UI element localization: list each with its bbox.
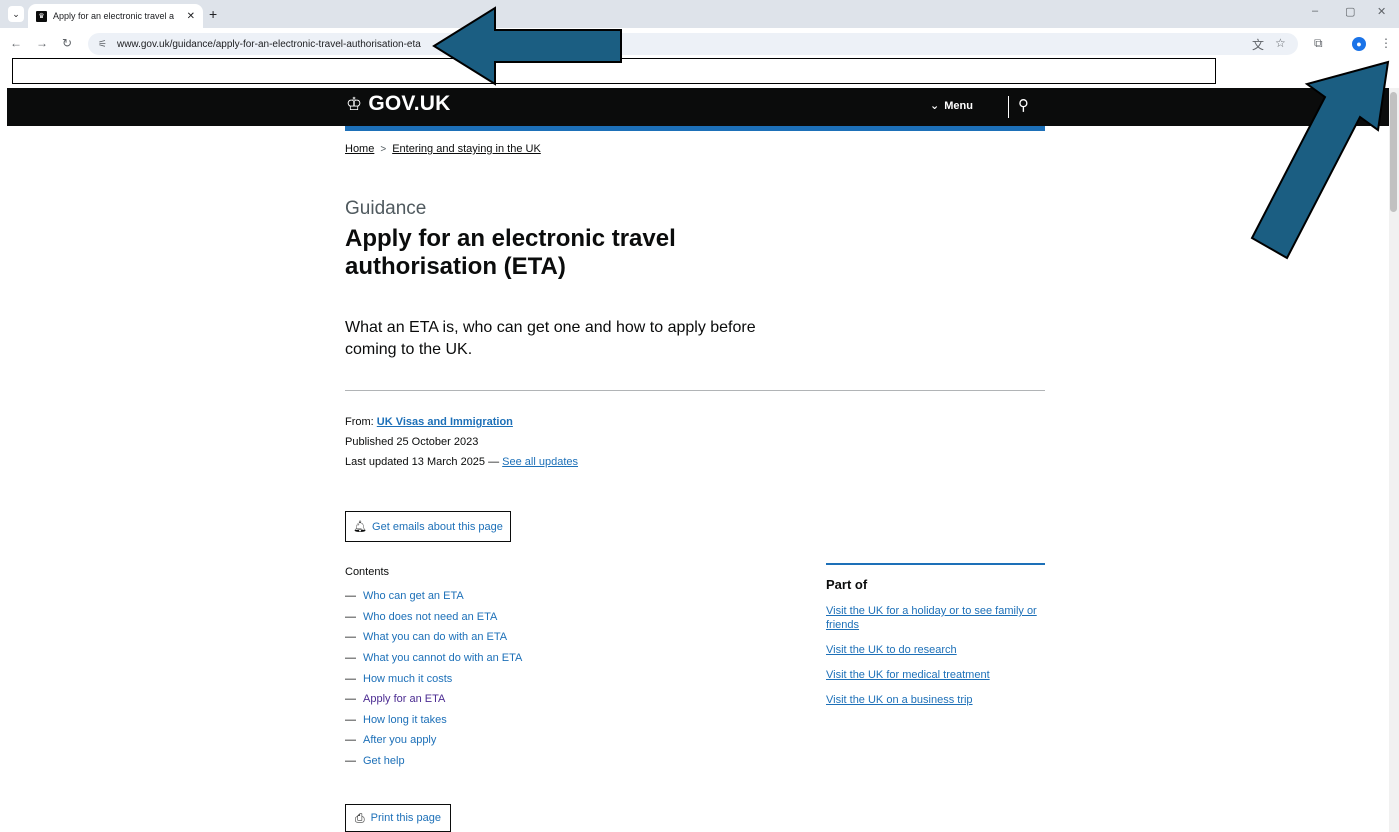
- annotation-arrow-more-options: [1250, 60, 1390, 260]
- annotation-arrow-address-bar: [432, 6, 622, 86]
- annotation-arrows: [432, 6, 1390, 260]
